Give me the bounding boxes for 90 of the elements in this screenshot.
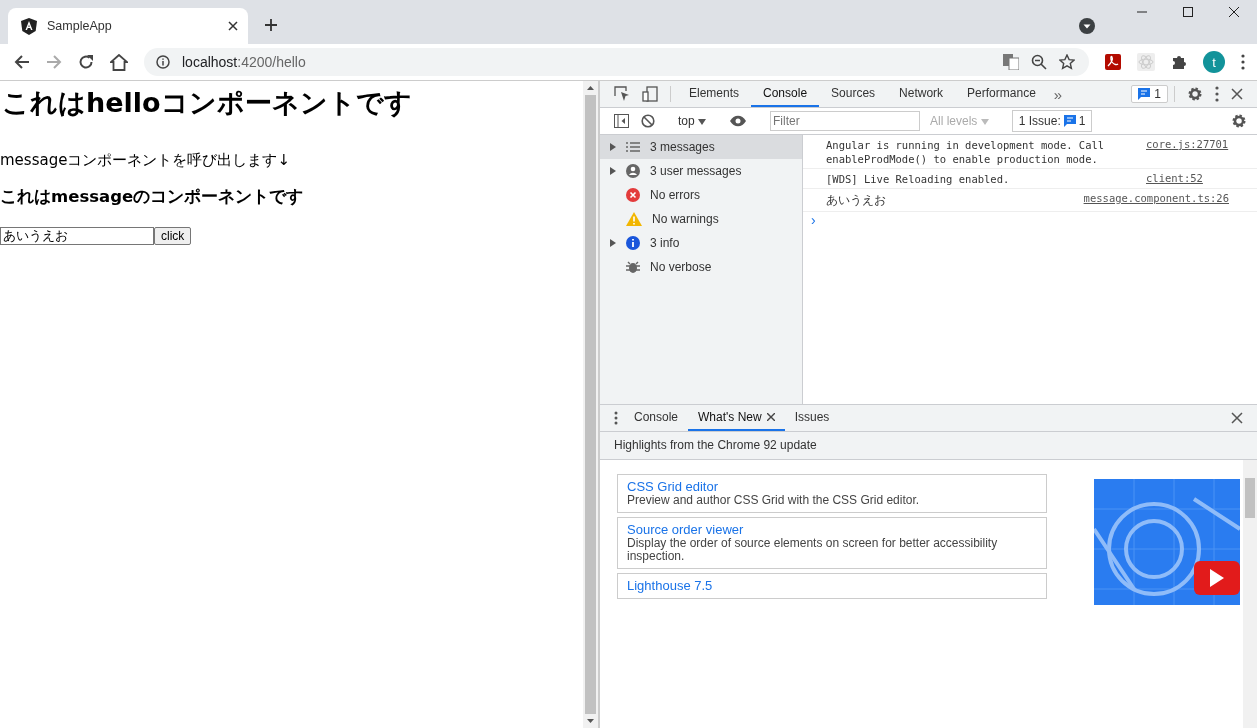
warning-icon (626, 212, 642, 226)
drawer-header: Highlights from the Chrome 92 update (614, 438, 817, 452)
feature-description: Preview and author CSS Grid with the CSS Grid editor. (627, 493, 921, 507)
error-icon (626, 188, 640, 202)
feature-title[interactable]: Lighthouse 7.5 (627, 577, 1037, 593)
caret-icon (980, 119, 989, 125)
page-heading: これはhelloコンポーネントです (2, 86, 413, 120)
star-icon[interactable] (1059, 54, 1075, 70)
drawer-tab[interactable]: Issues (784, 404, 840, 431)
console-prompt[interactable]: › (803, 212, 1257, 228)
scroll-down-icon[interactable] (587, 719, 594, 723)
console-message: あいうえお (826, 192, 887, 209)
expand-arrow-icon[interactable] (610, 143, 616, 151)
filter-field[interactable]: Filter (770, 111, 920, 131)
sidebar-item[interactable]: 3 user messages (600, 159, 802, 183)
issues-button[interactable]: 1 Issue: 1 (1011, 110, 1093, 132)
message-icon (1138, 88, 1151, 100)
settings-icon[interactable] (1187, 86, 1203, 102)
close-icon[interactable] (1231, 411, 1243, 424)
maximize-icon[interactable] (1182, 6, 1194, 18)
sidebar-item[interactable]: 3 info (600, 231, 802, 255)
overflow-chevron[interactable]: » (1047, 81, 1069, 107)
tab-title: SampleApp (47, 19, 113, 33)
more-icon[interactable] (1241, 54, 1245, 70)
context-dropdown[interactable]: top (674, 114, 710, 128)
feature-card[interactable]: CSS Grid editor Preview and author CSS Grid with the CSS Grid editor. (617, 473, 1047, 513)
sidebar-toggle-icon[interactable] (614, 114, 629, 128)
user-icon (626, 164, 640, 178)
scroll-up-icon[interactable] (587, 86, 594, 90)
device-icon[interactable] (642, 86, 658, 102)
devtools-tab[interactable]: Elements (677, 81, 752, 107)
info-icon (626, 236, 640, 250)
settings-icon[interactable] (1231, 113, 1247, 129)
back-arrow-icon[interactable] (14, 54, 30, 70)
feature-card[interactable]: Lighthouse 7.5 (617, 572, 1047, 599)
sidebar-item[interactable]: No verbose (600, 255, 802, 279)
text-input[interactable]: あいうえお (0, 227, 154, 245)
feature-title[interactable]: CSS Grid editor (627, 478, 1037, 494)
expand-arrow-icon[interactable] (610, 239, 616, 247)
feature-card[interactable]: Source order viewer Display the order of source elements on screen for better accessibility inspection. (617, 516, 1047, 569)
more-icon[interactable] (614, 410, 618, 425)
caret-icon (698, 119, 706, 125)
sidebar-item[interactable]: 3 messages (600, 135, 802, 159)
home-icon[interactable] (110, 53, 128, 71)
message-icon (1063, 115, 1076, 127)
url-text: localhost:4200/hello (182, 54, 306, 70)
document-icon[interactable] (1105, 54, 1121, 70)
reload-icon[interactable] (78, 54, 94, 70)
devtools-tab[interactable]: Network (887, 81, 956, 107)
devtools-tab[interactable]: Sources (819, 81, 888, 107)
close-icon[interactable] (766, 412, 775, 421)
page-text: messageコンポーネントを呼び出します↓ (0, 151, 291, 170)
console-message: Angular is running in development mode. Call enableProdMode() to enable production mode. (826, 138, 1106, 166)
bug-icon (626, 260, 640, 274)
list-icon (626, 142, 640, 152)
close-icon[interactable] (1228, 6, 1240, 18)
component-heading: これはmessageのコンポーネントです (0, 186, 305, 208)
feature-title[interactable]: Source order viewer (627, 521, 1037, 537)
address-bar[interactable]: localhost:4200/hello (144, 48, 1089, 76)
scrollbar[interactable] (1243, 459, 1257, 728)
sidebar-item[interactable]: No warnings (600, 207, 802, 231)
feature-description: Display the order of source elements on screen for better accessibility inspection. (627, 536, 999, 563)
plus-icon[interactable] (264, 18, 278, 32)
shield-icon (21, 17, 37, 35)
inspect-icon[interactable] (614, 86, 630, 102)
source-link[interactable]: client:52 (1146, 172, 1203, 186)
scrollbar[interactable] (583, 81, 598, 728)
console-message: [WDS] Live Reloading enabled. (826, 172, 1011, 186)
click-button[interactable]: click (154, 227, 192, 245)
close-icon[interactable] (1231, 88, 1243, 100)
close-icon[interactable] (228, 21, 238, 31)
expand-arrow-icon[interactable] (610, 167, 616, 175)
clear-icon[interactable] (641, 114, 655, 128)
sidebar-item[interactable]: No errors (600, 183, 802, 207)
issues-badge[interactable]: 1 (1131, 85, 1168, 103)
translate-icon[interactable] (1003, 54, 1019, 70)
devtools-tab[interactable]: Performance (955, 81, 1048, 107)
source-link[interactable]: message.component.ts:26 (1083, 192, 1229, 209)
eye-icon[interactable] (729, 115, 747, 127)
zoom-out-icon[interactable] (1031, 54, 1047, 70)
drawer-tab[interactable]: Console (624, 404, 689, 431)
drawer-tab[interactable]: What's New (688, 404, 785, 431)
devtools-tab[interactable]: Console (751, 81, 820, 107)
profile-avatar[interactable]: t (1203, 51, 1225, 73)
info-icon (156, 55, 170, 69)
browser-tab[interactable]: SampleApp (8, 8, 248, 44)
dropdown-icon[interactable] (1079, 18, 1095, 34)
puzzle-icon[interactable] (1171, 54, 1187, 70)
more-icon[interactable] (1215, 86, 1219, 102)
source-link[interactable]: core.js:27701 (1146, 138, 1229, 166)
